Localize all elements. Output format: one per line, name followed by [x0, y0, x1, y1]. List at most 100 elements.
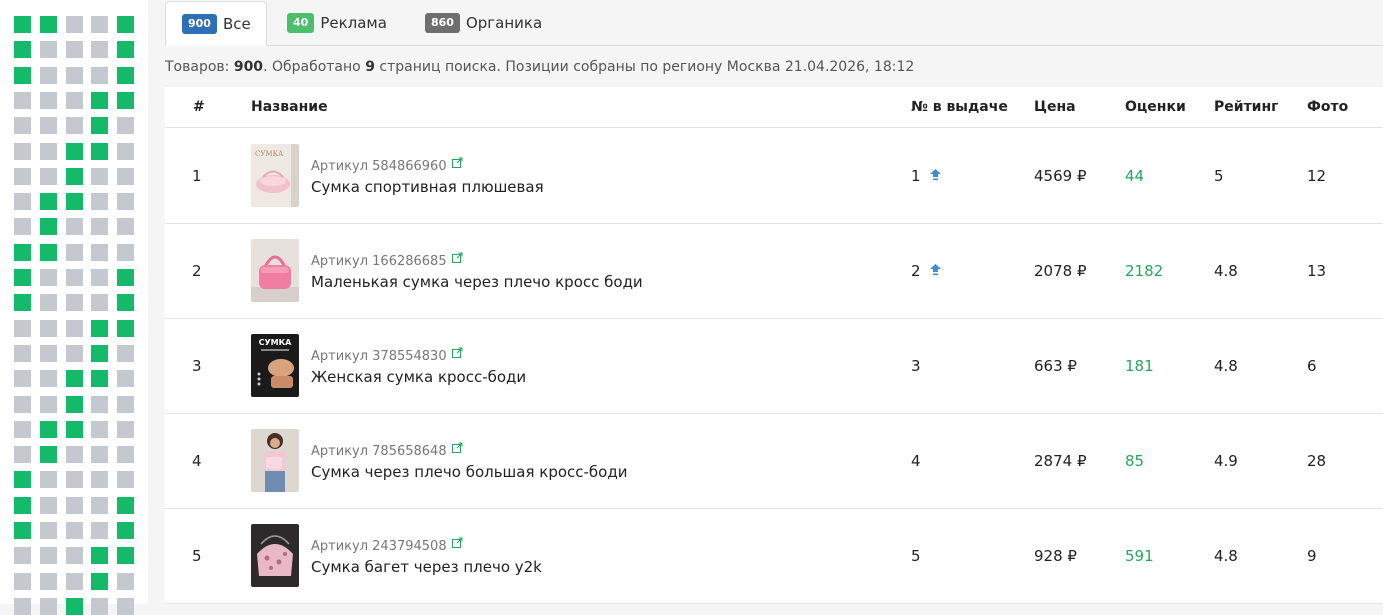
grid-cell-filled[interactable] [117, 320, 134, 337]
grid-cell-empty[interactable] [91, 294, 108, 311]
reviews-count-link[interactable]: 44 [1125, 167, 1144, 185]
grid-cell-empty[interactable] [91, 471, 108, 488]
grid-cell-empty[interactable] [91, 244, 108, 261]
grid-cell-empty[interactable] [66, 471, 83, 488]
grid-cell-filled[interactable] [14, 269, 31, 286]
grid-cell-filled[interactable] [117, 16, 134, 33]
reviews-count-link[interactable]: 2182 [1125, 262, 1163, 280]
grid-cell-filled[interactable] [117, 67, 134, 84]
grid-cell-empty[interactable] [117, 421, 134, 438]
grid-cell-filled[interactable] [66, 168, 83, 185]
grid-cell-filled[interactable] [40, 16, 57, 33]
grid-cell-filled[interactable] [91, 117, 108, 134]
grid-cell-filled[interactable] [91, 92, 108, 109]
grid-cell-filled[interactable] [40, 421, 57, 438]
grid-cell-empty[interactable] [40, 67, 57, 84]
grid-cell-filled[interactable] [66, 193, 83, 210]
grid-cell-filled[interactable] [14, 67, 31, 84]
grid-cell-filled[interactable] [66, 370, 83, 387]
grid-cell-empty[interactable] [40, 370, 57, 387]
grid-cell-empty[interactable] [117, 244, 134, 261]
grid-cell-empty[interactable] [91, 168, 108, 185]
grid-cell-filled[interactable] [66, 396, 83, 413]
grid-cell-filled[interactable] [117, 522, 134, 539]
grid-cell-empty[interactable] [66, 117, 83, 134]
grid-cell-filled[interactable] [91, 345, 108, 362]
grid-cell-empty[interactable] [66, 218, 83, 235]
external-link-icon[interactable] [451, 157, 463, 168]
grid-cell-empty[interactable] [117, 446, 134, 463]
product-name-link[interactable]: Женская сумка кросс-боди [311, 368, 526, 386]
grid-cell-empty[interactable] [14, 396, 31, 413]
grid-cell-empty[interactable] [14, 421, 31, 438]
grid-cell-filled[interactable] [40, 244, 57, 261]
grid-cell-filled[interactable] [91, 320, 108, 337]
tab-all[interactable]: 900 Все [165, 1, 267, 46]
grid-cell-empty[interactable] [91, 67, 108, 84]
grid-cell-empty[interactable] [14, 143, 31, 160]
grid-cell-empty[interactable] [91, 396, 108, 413]
grid-cell-empty[interactable] [14, 573, 31, 590]
grid-cell-empty[interactable] [66, 294, 83, 311]
grid-cell-empty[interactable] [66, 547, 83, 564]
product-thumbnail[interactable]: СУМКА [251, 144, 299, 207]
grid-cell-empty[interactable] [66, 16, 83, 33]
grid-cell-empty[interactable] [117, 370, 134, 387]
grid-cell-filled[interactable] [117, 547, 134, 564]
external-link-icon[interactable] [451, 347, 463, 358]
grid-cell-filled[interactable] [117, 269, 134, 286]
grid-cell-empty[interactable] [40, 92, 57, 109]
grid-cell-empty[interactable] [40, 471, 57, 488]
grid-cell-empty[interactable] [91, 41, 108, 58]
grid-cell-empty[interactable] [66, 497, 83, 514]
grid-cell-empty[interactable] [14, 218, 31, 235]
grid-cell-empty[interactable] [91, 269, 108, 286]
grid-cell-empty[interactable] [40, 497, 57, 514]
header-price[interactable]: Цена [1034, 99, 1076, 115]
header-rating[interactable]: Рейтинг [1214, 99, 1278, 115]
header-name[interactable]: Название [251, 99, 328, 115]
grid-cell-filled[interactable] [40, 193, 57, 210]
grid-cell-empty[interactable] [14, 320, 31, 337]
grid-cell-empty[interactable] [66, 345, 83, 362]
grid-cell-filled[interactable] [91, 370, 108, 387]
grid-cell-empty[interactable] [14, 92, 31, 109]
grid-cell-empty[interactable] [14, 598, 31, 615]
grid-cell-filled[interactable] [14, 294, 31, 311]
header-photos[interactable]: Фото [1307, 99, 1348, 115]
grid-cell-empty[interactable] [117, 598, 134, 615]
reviews-count-link[interactable]: 591 [1125, 547, 1154, 565]
product-thumbnail[interactable] [251, 524, 299, 587]
grid-cell-empty[interactable] [117, 396, 134, 413]
grid-cell-filled[interactable] [14, 471, 31, 488]
grid-cell-filled[interactable] [91, 547, 108, 564]
grid-cell-empty[interactable] [14, 345, 31, 362]
grid-cell-empty[interactable] [40, 117, 57, 134]
product-thumbnail[interactable]: СУМКА [251, 334, 299, 397]
grid-cell-empty[interactable] [91, 598, 108, 615]
grid-cell-empty[interactable] [40, 547, 57, 564]
grid-cell-empty[interactable] [66, 92, 83, 109]
grid-cell-filled[interactable] [117, 41, 134, 58]
grid-cell-empty[interactable] [14, 370, 31, 387]
grid-cell-empty[interactable] [14, 117, 31, 134]
grid-cell-empty[interactable] [66, 522, 83, 539]
grid-cell-empty[interactable] [117, 218, 134, 235]
grid-cell-empty[interactable] [117, 143, 134, 160]
grid-cell-empty[interactable] [91, 497, 108, 514]
grid-cell-empty[interactable] [117, 193, 134, 210]
grid-cell-empty[interactable] [40, 294, 57, 311]
grid-cell-filled[interactable] [117, 497, 134, 514]
grid-cell-empty[interactable] [40, 345, 57, 362]
grid-cell-empty[interactable] [117, 471, 134, 488]
grid-cell-empty[interactable] [117, 573, 134, 590]
grid-cell-filled[interactable] [66, 143, 83, 160]
tab-ads[interactable]: 40 Реклама [287, 1, 387, 45]
grid-cell-empty[interactable] [40, 41, 57, 58]
grid-cell-empty[interactable] [66, 573, 83, 590]
grid-cell-empty[interactable] [14, 446, 31, 463]
grid-cell-empty[interactable] [40, 143, 57, 160]
external-link-icon[interactable] [451, 537, 463, 548]
header-reviews[interactable]: Оценки [1125, 99, 1186, 115]
grid-cell-empty[interactable] [14, 547, 31, 564]
